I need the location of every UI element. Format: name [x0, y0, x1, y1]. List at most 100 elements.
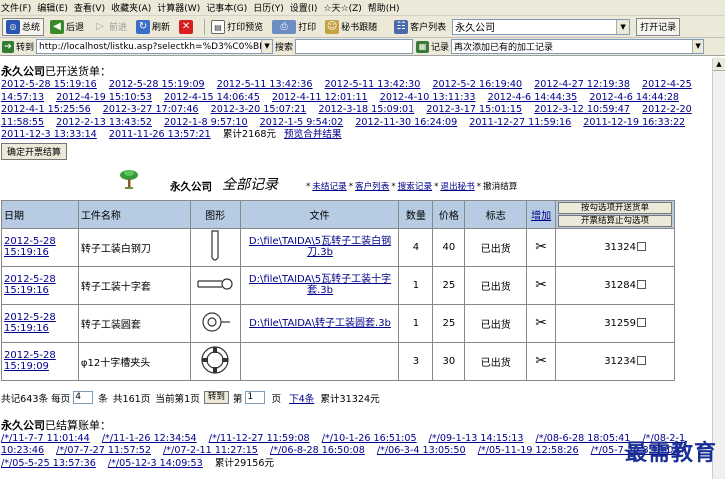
settled-bill-link[interactable]: /*/11-7-7 11:01:44 — [1, 433, 90, 444]
date-link[interactable]: 2012-5-28 15:19:16 — [4, 312, 56, 334]
date-link[interactable]: 2012-5-28 15:19:16 — [4, 236, 56, 258]
row-checkbox[interactable] — [637, 355, 646, 365]
ship-checked-button[interactable]: 按勾选项开送货单 — [558, 201, 672, 214]
shipped-order-link[interactable]: 2012-4-15 14:06:45 — [164, 92, 260, 103]
settled-bill-link[interactable]: /*/05-5-25 13:57:36 — [1, 458, 96, 469]
heading-link[interactable]: 搜索记录 — [398, 182, 432, 192]
col-add[interactable]: 增加 — [526, 199, 557, 229]
menu-item[interactable]: 日历(Y) — [253, 1, 284, 14]
heading-link[interactable]: 撤消结算 — [483, 182, 517, 192]
row-checkbox[interactable] — [637, 279, 646, 289]
vertical-scrollbar[interactable]: ▲ — [712, 58, 725, 479]
total-button[interactable]: ◎ 总统 — [2, 17, 45, 36]
heading-link[interactable]: 未结记录 — [312, 182, 346, 192]
menu-item[interactable]: 计算器(W) — [157, 1, 200, 14]
file-link[interactable]: D:\file\TAIDA\转子工装圆套.3b — [249, 318, 391, 329]
goto-page-button[interactable]: 转到 — [203, 391, 229, 404]
menu-item[interactable]: 设置(I) — [290, 1, 318, 14]
shipped-order-link[interactable]: 2012-1-5 9:54:02 — [260, 117, 344, 128]
print-preview-button[interactable]: ▤ 打印预览 — [208, 18, 266, 36]
scissors-icon[interactable]: ✂ — [535, 353, 547, 369]
shipped-order-link[interactable]: 2012-5-2 16:19:40 — [432, 79, 522, 90]
menu-item[interactable]: 帮助(H) — [368, 1, 400, 14]
settled-bill-link[interactable]: /*/05-11-19 12:58:26 — [478, 445, 579, 456]
menu-item[interactable]: 查看(V) — [74, 1, 105, 14]
menu-item[interactable]: ☆天☆(Z) — [323, 1, 361, 14]
settled-bill-link[interactable]: /*/06-8-28 16:50:08 — [270, 445, 365, 456]
shipped-order-link[interactable]: 2012-3-12 10:59:47 — [534, 104, 630, 115]
shipped-order-link[interactable]: 2012-5-28 15:19:09 — [109, 79, 205, 90]
forward-button[interactable]: ▷ 前进 — [90, 18, 130, 36]
shipped-order-link[interactable]: 2012-3-27 17:07:46 — [103, 104, 199, 115]
shipped-order-link[interactable]: 2011-12-19 16:33:22 — [583, 117, 685, 128]
menu-item[interactable]: 文件(F) — [1, 1, 31, 14]
back-button[interactable]: ◀ 后退 — [47, 18, 87, 36]
settled-bill-link[interactable]: /*/10-1-26 16:51:05 — [322, 433, 417, 444]
goto-button[interactable]: 转到 — [16, 40, 34, 53]
settled-bill-link[interactable]: /*/05-12-3 14:09:53 — [108, 458, 203, 469]
chevron-down-icon[interactable]: ▼ — [261, 40, 273, 53]
shipped-order-link[interactable]: 2011-11-26 13:57:21 — [109, 129, 211, 140]
shipped-order-link[interactable]: 2012-4-1 15:25:56 — [1, 104, 91, 115]
shipped-order-link[interactable]: 2012-5-11 13:42:30 — [325, 79, 421, 90]
shipped-order-link[interactable]: 2012-4-6 14:44:28 — [589, 92, 679, 103]
shipped-order-link[interactable]: 2012-11-30 16:24:09 — [355, 117, 457, 128]
shipped-order-link[interactable]: 2012-1-8 9:57:10 — [164, 117, 248, 128]
shipped-order-link[interactable]: 2012-5-28 15:19:16 — [1, 79, 97, 90]
settled-bill-link[interactable]: /*/07-7-27 11:57:52 — [56, 445, 151, 456]
row-checkbox[interactable] — [637, 317, 646, 327]
shipped-order-link[interactable]: 2012-4-6 14:44:35 — [488, 92, 578, 103]
search-input[interactable] — [295, 39, 414, 54]
settled-bill-link[interactable]: /*/11-1-26 12:34:54 — [102, 433, 197, 444]
scroll-up-icon[interactable]: ▲ — [713, 58, 725, 71]
add-link[interactable]: 增加 — [531, 211, 551, 222]
customer-select[interactable]: 永久公司 ▼ — [452, 18, 631, 35]
shipped-order-link[interactable]: 2012-3-18 15:09:01 — [318, 104, 414, 115]
settled-bill-link[interactable]: /*/06-3-4 13:05:50 — [377, 445, 466, 456]
scissors-icon[interactable]: ✂ — [535, 239, 547, 255]
shipped-order-link[interactable]: 2011-12-3 13:33:14 — [1, 129, 97, 140]
date-link[interactable]: 2012-5-28 15:19:09 — [4, 350, 56, 372]
heading-link[interactable]: 客户列表 — [355, 182, 389, 192]
scissors-icon[interactable]: ✂ — [535, 315, 547, 331]
file-link[interactable]: D:\file\TAIDA\5瓦转子工装白钢刀.3b — [249, 236, 391, 258]
next-page-link[interactable]: 下4条 — [289, 391, 314, 405]
open-record-button[interactable]: 打开记录 — [636, 17, 681, 36]
menu-item[interactable]: 收藏夹(A) — [111, 1, 151, 14]
file-link[interactable]: D:\file\TAIDA\5瓦转子工装十字套.3b — [249, 274, 391, 296]
stop-button[interactable]: ✕ — [176, 18, 198, 36]
scissors-icon[interactable]: ✂ — [535, 277, 547, 293]
shipped-order-link[interactable]: 2012-3-20 15:07:21 — [211, 104, 307, 115]
menu-bar: 文件(F) 编辑(E) 查看(V) 收藏夹(A) 计算器(W) 记事本(G) 日历(Y) 设置… — [0, 0, 725, 16]
settled-bill-link[interactable]: /*/11-12-27 11:59:08 — [209, 433, 310, 444]
menu-item[interactable]: 记事本(G) — [206, 1, 247, 14]
shipped-order-link[interactable]: 2012-2-13 13:43:52 — [56, 117, 152, 128]
menu-item[interactable]: 编辑(E) — [37, 1, 68, 14]
refresh-button[interactable]: ↻ 刷新 — [133, 18, 173, 36]
settled-bill-link[interactable]: /*/08-6-28 18:05:41 — [536, 433, 631, 444]
per-page-input[interactable]: 4 — [73, 391, 94, 404]
invoice-checked-button[interactable]: 开票结算止勾选项 — [558, 214, 672, 227]
print-button[interactable]: ⎙ 打印 — [269, 18, 319, 36]
chevron-down-icon[interactable]: ▼ — [616, 19, 630, 34]
date-link[interactable]: 2012-5-28 15:19:16 — [4, 274, 56, 296]
shipped-order-link[interactable]: 2012-4-19 15:10:53 — [56, 92, 152, 103]
shipped-order-link[interactable]: 2012-5-11 13:42:36 — [217, 79, 313, 90]
chevron-down-icon[interactable]: ▼ — [692, 40, 704, 53]
record-select[interactable]: 再次添加已有的加工记录 ▼ — [451, 39, 705, 54]
merge-preview-link[interactable]: 预览合并结果 — [284, 129, 342, 140]
url-input[interactable]: http://localhost/listku.asp?selectkh=%D3… — [36, 39, 274, 54]
settled-bill-link[interactable]: /*/09-1-13 14:15:13 — [429, 433, 524, 444]
shipped-order-link[interactable]: 2012-4-27 12:19:38 — [534, 79, 630, 90]
secretary-button[interactable]: ☺ 秘书跟随 — [322, 18, 380, 36]
confirm-invoice-button[interactable]: 确定开票结算 — [1, 142, 68, 160]
settled-bill-link[interactable]: /*/07-2-11 11:27:15 — [163, 445, 258, 456]
heading-link[interactable]: 退出秘书 — [440, 182, 474, 192]
page-number-input[interactable]: 1 — [245, 391, 266, 404]
shipped-order-link[interactable]: 2011-12-27 11:59:16 — [469, 117, 571, 128]
shipped-order-link[interactable]: 2012-4-10 13:11:33 — [380, 92, 476, 103]
row-checkbox[interactable] — [637, 241, 646, 251]
shipped-order-link[interactable]: 2012-4-11 12:01:11 — [272, 92, 368, 103]
customer-list-button[interactable]: ☷ 客户列表 — [391, 18, 449, 36]
shipped-order-link[interactable]: 2012-3-17 15:01:15 — [426, 104, 522, 115]
